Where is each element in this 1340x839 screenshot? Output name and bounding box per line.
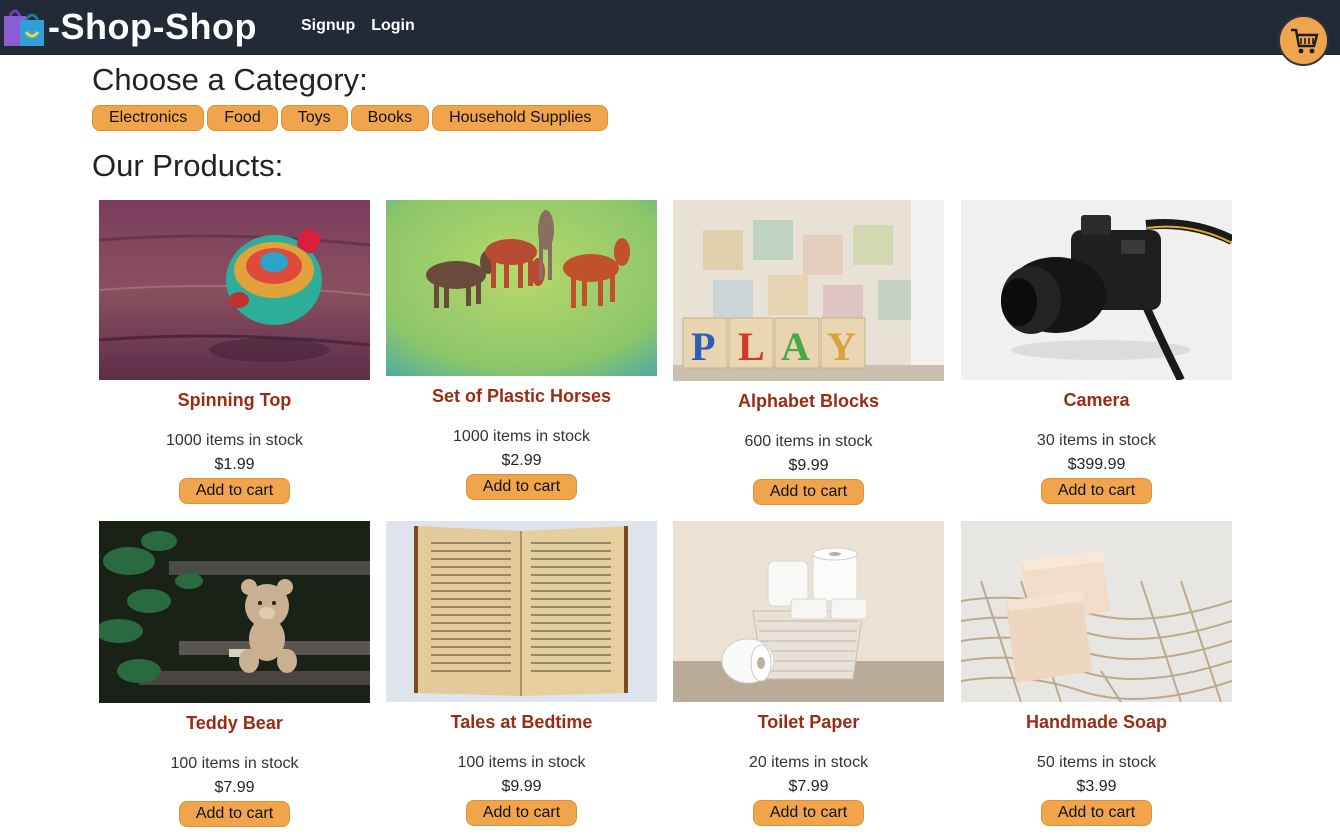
products-heading: Our Products: — [92, 148, 284, 183]
product-image-toilet-paper[interactable] — [673, 521, 944, 702]
product-price: $399.99 — [1067, 456, 1126, 473]
category-button-electronics[interactable]: Electronics — [92, 105, 205, 131]
product-image-camera[interactable] — [961, 200, 1232, 380]
product-stock: 50 items in stock — [1036, 754, 1157, 771]
category-heading: Choose a Category: — [92, 62, 368, 97]
svg-text:P: P — [691, 324, 715, 369]
product-price: $3.99 — [1076, 778, 1117, 795]
product-name[interactable]: Teddy Bear — [99, 713, 370, 734]
product-card: Teddy Bear 100 items in stock $7.99 Add … — [99, 521, 370, 827]
product-stock: 1000 items in stock — [166, 432, 303, 449]
product-name[interactable]: Tales at Bedtime — [386, 712, 657, 733]
shopping-bags-icon — [2, 6, 46, 48]
brand-logo[interactable]: -Shop-Shop — [2, 6, 257, 48]
add-to-cart-button[interactable]: Add to cart — [465, 800, 578, 826]
product-price: $1.99 — [214, 456, 255, 473]
product-card: Set of Plastic Horses 1000 items in stoc… — [386, 200, 657, 500]
product-image-plastic-horses[interactable] — [386, 200, 657, 376]
add-to-cart-button[interactable]: Add to cart — [465, 474, 578, 500]
product-card: Toilet Paper 20 items in stock $7.99 Add… — [673, 521, 944, 826]
product-stock: 1000 items in stock — [453, 428, 590, 445]
product-card: Spinning Top 1000 items in stock $1.99 A… — [99, 200, 370, 504]
svg-text:Y: Y — [827, 324, 856, 369]
product-image-book[interactable] — [386, 521, 657, 702]
add-to-cart-button[interactable]: Add to cart — [752, 479, 865, 505]
product-name[interactable]: Toilet Paper — [673, 712, 944, 733]
category-button-food[interactable]: Food — [207, 105, 278, 131]
category-list: Electronics Food Toys Books Household Su… — [92, 105, 609, 131]
add-to-cart-button[interactable]: Add to cart — [178, 478, 291, 504]
product-stock: 20 items in stock — [748, 754, 869, 771]
product-card: Camera 30 items in stock $399.99 Add to … — [961, 200, 1232, 504]
product-name[interactable]: Set of Plastic Horses — [386, 386, 657, 407]
login-link[interactable]: Login — [371, 17, 415, 35]
shopping-cart-icon — [1290, 28, 1319, 53]
product-card: P L A Y Alphabet Blocks 600 items in sto… — [673, 200, 944, 505]
product-image-teddy-bear[interactable] — [99, 521, 370, 703]
svg-text:A: A — [781, 324, 810, 369]
product-name[interactable]: Handmade Soap — [961, 712, 1232, 733]
product-price: $9.99 — [788, 457, 829, 474]
product-image-spinning-top[interactable] — [99, 200, 370, 380]
category-button-books[interactable]: Books — [350, 105, 430, 131]
product-name[interactable]: Spinning Top — [99, 390, 370, 411]
product-image-alphabet-blocks[interactable]: P L A Y — [673, 200, 944, 381]
svg-text:L: L — [738, 324, 765, 369]
product-stock: 100 items in stock — [170, 755, 299, 772]
product-image-handmade-soap[interactable] — [961, 521, 1232, 702]
signup-link[interactable]: Signup — [301, 17, 355, 35]
cart-button[interactable] — [1278, 15, 1329, 66]
product-name[interactable]: Camera — [961, 390, 1232, 411]
product-name[interactable]: Alphabet Blocks — [673, 391, 944, 412]
product-price: $2.99 — [501, 452, 542, 469]
product-card: Tales at Bedtime 100 items in stock $9.9… — [386, 521, 657, 826]
product-stock: 30 items in stock — [1036, 432, 1157, 449]
add-to-cart-button[interactable]: Add to cart — [1040, 800, 1153, 826]
product-stock: 100 items in stock — [457, 754, 586, 771]
product-price: $9.99 — [501, 778, 542, 795]
add-to-cart-button[interactable]: Add to cart — [1040, 478, 1153, 504]
product-stock: 600 items in stock — [744, 433, 873, 450]
add-to-cart-button[interactable]: Add to cart — [178, 801, 291, 827]
product-price: $7.99 — [788, 778, 829, 795]
category-button-toys[interactable]: Toys — [280, 105, 348, 131]
brand-title[interactable]: -Shop-Shop — [48, 6, 257, 48]
product-card: Handmade Soap 50 items in stock $3.99 Ad… — [961, 521, 1232, 826]
navbar: -Shop-Shop Signup Login — [0, 0, 1340, 55]
product-price: $7.99 — [214, 779, 255, 796]
add-to-cart-button[interactable]: Add to cart — [752, 800, 865, 826]
category-button-household-supplies[interactable]: Household Supplies — [432, 105, 609, 131]
